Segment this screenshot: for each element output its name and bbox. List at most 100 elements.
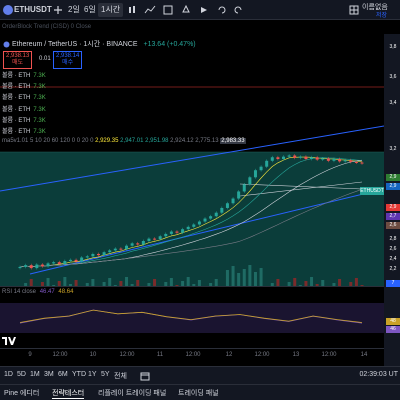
clock-readout[interactable]: 02:39:03 UT [359, 371, 398, 378]
candle-body [354, 161, 358, 163]
candle-body [96, 253, 100, 256]
candle-body [153, 238, 157, 240]
vol-row: 볼륨 · ETH 7.3K [2, 126, 46, 135]
bottom-panel-tabs: Pine 에디터 전략테스터 리플레이 트레이딩 패널 트레이딩 패널 [0, 384, 400, 400]
candle-body [158, 236, 162, 240]
templates-icon[interactable] [162, 4, 174, 16]
candle-body [102, 252, 106, 256]
range-5y-button[interactable]: 5Y [101, 371, 110, 378]
range-ytd-button[interactable]: YTD [72, 371, 86, 378]
price-badge: 2,9 [386, 183, 400, 190]
vol-row: 볼륨 · ETH 7.3K [2, 92, 46, 101]
sell-price: 2,938.13 [6, 53, 30, 59]
candle-body [209, 216, 213, 219]
candle-body [338, 159, 342, 162]
range-6m-button[interactable]: 6M [58, 371, 68, 378]
candle-body [282, 156, 286, 160]
candle-body [225, 203, 229, 208]
tab-pine-editor[interactable]: Pine 에디터 [4, 388, 39, 398]
tv-logo-icon[interactable] [2, 335, 16, 345]
range-3m-button[interactable]: 3M [44, 371, 54, 378]
vol-row-value: 7.3K [33, 84, 46, 90]
eth-logo-icon [3, 41, 10, 48]
candle-body [293, 155, 297, 158]
tab-replay-trading[interactable]: 리플레이 트레이딩 패널 [98, 388, 166, 398]
interval-6d-button[interactable]: 6일 [84, 3, 96, 17]
candle-body [18, 266, 22, 269]
candle-body [46, 263, 50, 267]
tab-trading-panel[interactable]: 트레이딩 패널 [178, 388, 219, 398]
time-tick: 10 [89, 352, 97, 358]
rsi-panel[interactable]: RSI 14 close 46.47 48.64 [0, 286, 384, 348]
ma-value-highlight: 2,983.33 [220, 138, 246, 144]
candle-body [164, 233, 168, 237]
vol-row: 볼륨 · ETH 7.3K [2, 115, 46, 124]
vol-row: 볼륨 · ETH 7.3K [2, 81, 46, 90]
candle-body [203, 218, 207, 222]
candle-body [265, 160, 269, 167]
candle-body [147, 238, 151, 241]
range-5d-button[interactable]: 5D [17, 371, 26, 378]
date-range-icon[interactable] [140, 371, 150, 381]
range-1m-button[interactable]: 1M [30, 371, 40, 378]
price-badge: 2,9 [386, 174, 400, 181]
time-axis[interactable]: 9 12:00 10 12:00 11 12:00 12 12:00 13 12… [0, 348, 384, 362]
undo-icon[interactable] [216, 4, 228, 16]
spread-value: 0.01 [39, 56, 51, 62]
chart-canvas[interactable] [0, 34, 384, 293]
vol-row-label: 볼륨 · ETH [2, 129, 31, 135]
price-chart[interactable]: Ethereum / TetherUS · 1시간 · BINANCE +13.… [0, 34, 384, 293]
vol-row-value: 7.3K [33, 129, 46, 135]
price-badge: 7 [386, 280, 400, 287]
price-axis[interactable]: 3,8 3,6 3,4 3,2 2,8 2,6 2,4 2,2 2,9 2,9 … [384, 34, 400, 370]
add-symbol-icon[interactable] [52, 4, 64, 16]
ma-value: 2,924.12 [170, 138, 194, 144]
buy-price: 2,938.14 [56, 53, 80, 59]
vol-row-label: 볼륨 · ETH [2, 118, 31, 124]
candle-body [270, 157, 274, 161]
rsi-badge: 46 [386, 326, 400, 333]
candle-body [91, 253, 95, 257]
ma-value: 2,951.98 [145, 138, 169, 144]
sell-button[interactable]: 2,938.13 매도 [3, 51, 33, 69]
axis-tick: 2,8 [389, 236, 397, 242]
candle-body [287, 155, 291, 157]
candle-body [349, 160, 353, 162]
legend-title: Ethereum / TetherUS · 1시간 · BINANCE +13.… [3, 39, 196, 49]
candle-body [181, 229, 185, 233]
candle-body [214, 212, 218, 217]
range-all-button[interactable]: 전체 [114, 371, 127, 381]
candle-body [119, 248, 123, 250]
candle-body [130, 243, 134, 246]
axis-tick: 2,6 [389, 246, 397, 252]
candle-body [360, 162, 364, 164]
interval-1h-button[interactable]: 1시간 [98, 3, 124, 17]
tab-strategy-tester[interactable]: 전략테스터 [52, 388, 85, 399]
range-1d-button[interactable]: 1D [4, 371, 13, 378]
time-tick: 12:00 [52, 352, 68, 358]
vol-row-label: 볼륨 · ETH [2, 73, 31, 79]
alert-icon[interactable] [180, 4, 192, 16]
symbol-logo-icon [3, 5, 13, 15]
candle-body [113, 248, 117, 251]
candle-body [141, 240, 145, 245]
buy-button[interactable]: 2,938.14 매수 [53, 51, 83, 69]
candle-body [237, 191, 241, 199]
redo-icon[interactable] [232, 4, 244, 16]
symbol-search-button[interactable]: ETHUSDT [14, 3, 52, 17]
range-1y-button[interactable]: 1Y [88, 371, 97, 378]
ma-value: 2,929.35 [95, 138, 119, 144]
indicators-icon[interactable] [144, 4, 156, 16]
save-status[interactable]: 저장 [376, 10, 387, 19]
time-tick: 13 [292, 352, 300, 358]
candle-body [259, 166, 263, 171]
candle-body [85, 256, 89, 258]
price-change: +13.64 (+0.47%) [143, 41, 196, 48]
candle-body [231, 198, 235, 204]
candle-type-icon[interactable] [126, 4, 138, 16]
candle-body [74, 259, 78, 262]
time-tick: 9 [28, 352, 32, 358]
layout-icon[interactable] [348, 4, 360, 16]
replay-icon[interactable] [198, 4, 210, 16]
interval-2d-button[interactable]: 2일 [68, 3, 80, 17]
